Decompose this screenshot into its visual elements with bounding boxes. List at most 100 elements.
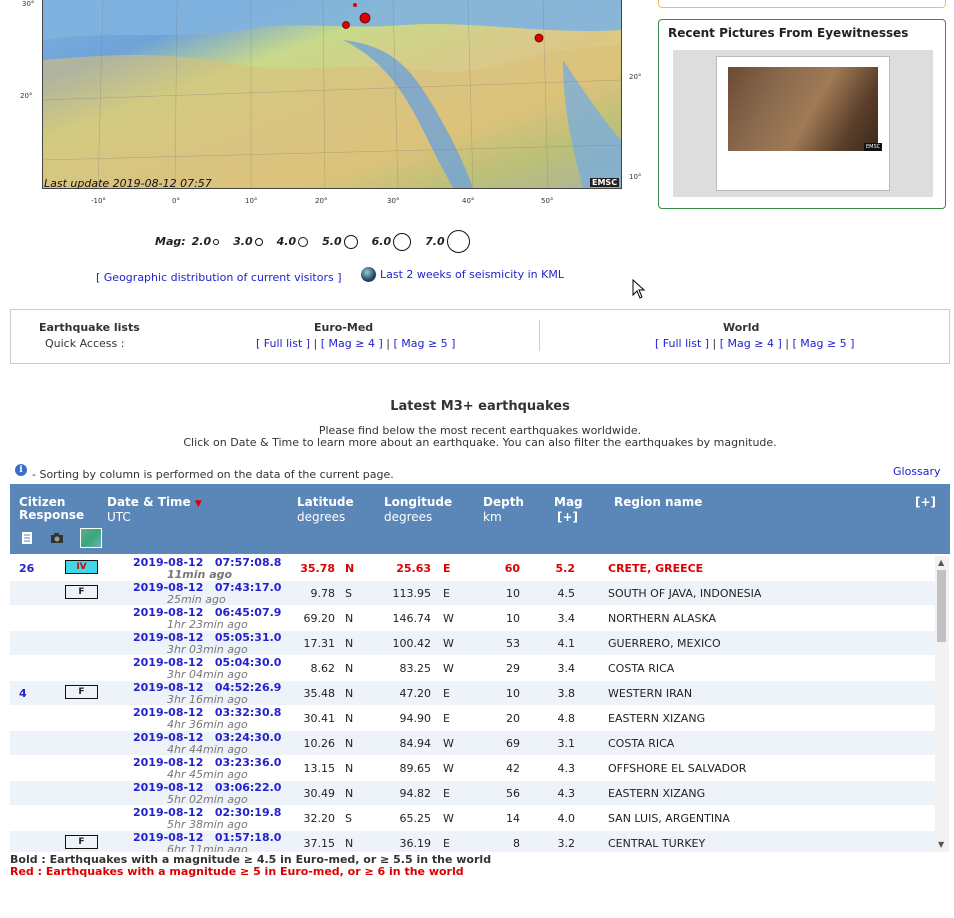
glossary-link[interactable]: Glossary	[893, 465, 941, 478]
table-row[interactable]: 4 F 2019-08-12 04:52:26.9 3hr 16min ago 35.4…	[10, 681, 935, 706]
table-row[interactable]: 2019-08-12 03:23:36.0 4hr 45min ago 13.15 N…	[10, 756, 935, 781]
depth-value: 53	[506, 637, 520, 650]
latitude-value: 9.78	[310, 587, 336, 600]
latitude-value: 37.15	[303, 837, 336, 850]
latitude-hemisphere: N	[345, 737, 354, 750]
col-mag[interactable]: Mag	[554, 495, 583, 509]
table-row[interactable]: 2019-08-12 03:24:30.0 4hr 44min ago 10.26 N…	[10, 731, 935, 756]
map-last-update: Last update 2019-08-12 07:57	[44, 177, 212, 190]
scroll-thumb[interactable]	[937, 570, 946, 642]
col-longitude[interactable]: Longitude	[384, 495, 452, 509]
table-row[interactable]: 2019-08-12 03:06:22.0 5hr 02min ago 30.49 N…	[10, 781, 935, 806]
col-datetime[interactable]: Date & Time ▼	[107, 495, 202, 509]
col-citizen[interactable]: Citizen	[19, 495, 65, 509]
table-row[interactable]: 2019-08-12 05:05:31.0 3hr 03min ago 17.31 N…	[10, 631, 935, 656]
latitude-value: 30.41	[303, 712, 336, 725]
depth-value: 20	[506, 712, 520, 725]
camera-icon[interactable]	[50, 531, 64, 545]
table-scrollbar[interactable]: ▲ ▼	[935, 556, 949, 852]
world-links: [ Full list ] | [ Mag ≥ 4 ] | [ Mag ≥ 5 …	[655, 337, 855, 350]
latitude-hemisphere: N	[345, 762, 354, 775]
kml-link[interactable]: Last 2 weeks of seismicity in KML	[380, 268, 564, 281]
euromed-mag5-link[interactable]: [ Mag ≥ 5 ]	[393, 337, 455, 350]
citizen-count[interactable]: 4	[19, 687, 27, 700]
region-name: SOUTH OF JAVA, INDONESIA	[608, 587, 762, 600]
longitude-value: 89.65	[399, 762, 432, 775]
latitude-value: 35.48	[303, 687, 336, 700]
intensity-badge[interactable]: F	[65, 835, 98, 849]
scroll-up-icon[interactable]: ▲	[938, 558, 944, 567]
longitude-value: 65.25	[399, 812, 432, 825]
longitude-value: 36.19	[399, 837, 432, 850]
longitude-hemisphere: W	[443, 612, 454, 625]
euromed-mag4-link[interactable]: [ Mag ≥ 4 ]	[321, 337, 383, 350]
latitude-hemisphere: N	[345, 612, 354, 625]
time-ago: 1hr 23min ago	[167, 618, 248, 631]
earthquake-table-body: 26 IV 2019-08-12 07:57:08.8 11min ago 35.78 N…	[10, 556, 935, 852]
longitude-hemisphere: E	[443, 712, 450, 725]
citizen-count[interactable]: 26	[19, 562, 34, 575]
latitude-value: 17.31	[303, 637, 336, 650]
table-row[interactable]: F 2019-08-12 07:43:17.0 25min ago 9.78 S 113.…	[10, 581, 935, 606]
latitude-value: 30.49	[303, 787, 336, 800]
map-icon[interactable]	[80, 528, 102, 548]
time-ago: 5hr 02min ago	[167, 793, 248, 806]
euromed-links: [ Full list ] | [ Mag ≥ 4 ] | [ Mag ≥ 5 …	[256, 337, 456, 350]
mag-circle-icon	[298, 236, 309, 247]
table-row[interactable]: F 2019-08-12 01:57:18.0 6hr 11min ago 37.15…	[10, 831, 935, 852]
table-row[interactable]: 26 IV 2019-08-12 07:57:08.8 11min ago 35.78 N…	[10, 556, 935, 581]
lon-tick: 0°	[172, 197, 180, 205]
scroll-down-icon[interactable]: ▼	[938, 840, 944, 849]
picture-badge: EMSC	[864, 143, 883, 151]
mag-circle-icon	[213, 238, 220, 245]
mag-circle-icon	[254, 237, 263, 246]
magnitude-value: 4.3	[557, 787, 576, 800]
latitude-hemisphere: N	[345, 837, 354, 850]
document-icon[interactable]	[20, 531, 34, 545]
kml-link-group[interactable]: Last 2 weeks of seismicity in KML	[361, 267, 564, 282]
lat-tick: 20°	[20, 92, 33, 100]
lon-tick: 30°	[387, 197, 400, 205]
world-mag5-link[interactable]: [ Mag ≥ 5 ]	[792, 337, 854, 350]
region-name: COSTA RICA	[608, 737, 675, 750]
table-row[interactable]: 2019-08-12 02:30:19.8 5hr 38min ago 32.20 S…	[10, 806, 935, 831]
expand-columns-button[interactable]: [+]	[915, 495, 936, 509]
time-ago: 5hr 38min ago	[167, 818, 248, 831]
world-full-list-link[interactable]: [ Full list ]	[655, 337, 709, 350]
longitude-value: 47.20	[399, 687, 432, 700]
longitude-hemisphere: W	[443, 762, 454, 775]
table-row[interactable]: 2019-08-12 05:04:30.0 3hr 04min ago 8.62 N 8…	[10, 656, 935, 681]
magnitude-value: 3.1	[557, 737, 576, 750]
latitude-value: 13.15	[303, 762, 336, 775]
seismicity-map[interactable]	[42, 0, 622, 189]
legend-item: 3.0	[233, 235, 263, 248]
magnitude-legend: Mag: 2.0 3.0 4.0 5.0 6.0 7.0	[155, 230, 484, 253]
col-region[interactable]: Region name	[614, 495, 702, 509]
euromed-full-list-link[interactable]: [ Full list ]	[256, 337, 310, 350]
longitude-hemisphere: W	[443, 812, 454, 825]
euromed-title: Euro-Med	[314, 321, 374, 334]
table-row[interactable]: 2019-08-12 03:32:30.8 4hr 36min ago 30.41 N…	[10, 706, 935, 731]
geo-distribution-link[interactable]: [ Geographic distribution of current vis…	[96, 271, 342, 284]
intensity-badge[interactable]: F	[65, 585, 98, 599]
col-lat-unit: degrees	[297, 510, 346, 524]
mag-expand-button[interactable]: [+]	[557, 510, 578, 524]
table-header: Citizen Response Date & Time ▼ UTC Latit…	[10, 484, 950, 554]
table-row[interactable]: 2019-08-12 06:45:07.9 1hr 23min ago 69.20 N…	[10, 606, 935, 631]
intro-text: Click on Date & Time to learn more about…	[183, 436, 777, 449]
longitude-hemisphere: E	[443, 787, 450, 800]
intensity-badge[interactable]: IV	[65, 560, 98, 574]
mag-circle-icon	[343, 234, 358, 249]
intensity-badge[interactable]: F	[65, 685, 98, 699]
col-latitude[interactable]: Latitude	[297, 495, 354, 509]
latitude-hemisphere: S	[345, 812, 352, 825]
col-depth[interactable]: Depth	[483, 495, 524, 509]
eyewitness-picture[interactable]	[728, 67, 878, 151]
world-mag4-link[interactable]: [ Mag ≥ 4 ]	[720, 337, 782, 350]
region-name: COSTA RICA	[608, 662, 675, 675]
depth-value: 60	[504, 562, 520, 575]
depth-value: 69	[506, 737, 520, 750]
latitude-value: 10.26	[303, 737, 336, 750]
magnitude-value: 5.2	[555, 562, 576, 575]
latitude-hemisphere: S	[345, 587, 352, 600]
